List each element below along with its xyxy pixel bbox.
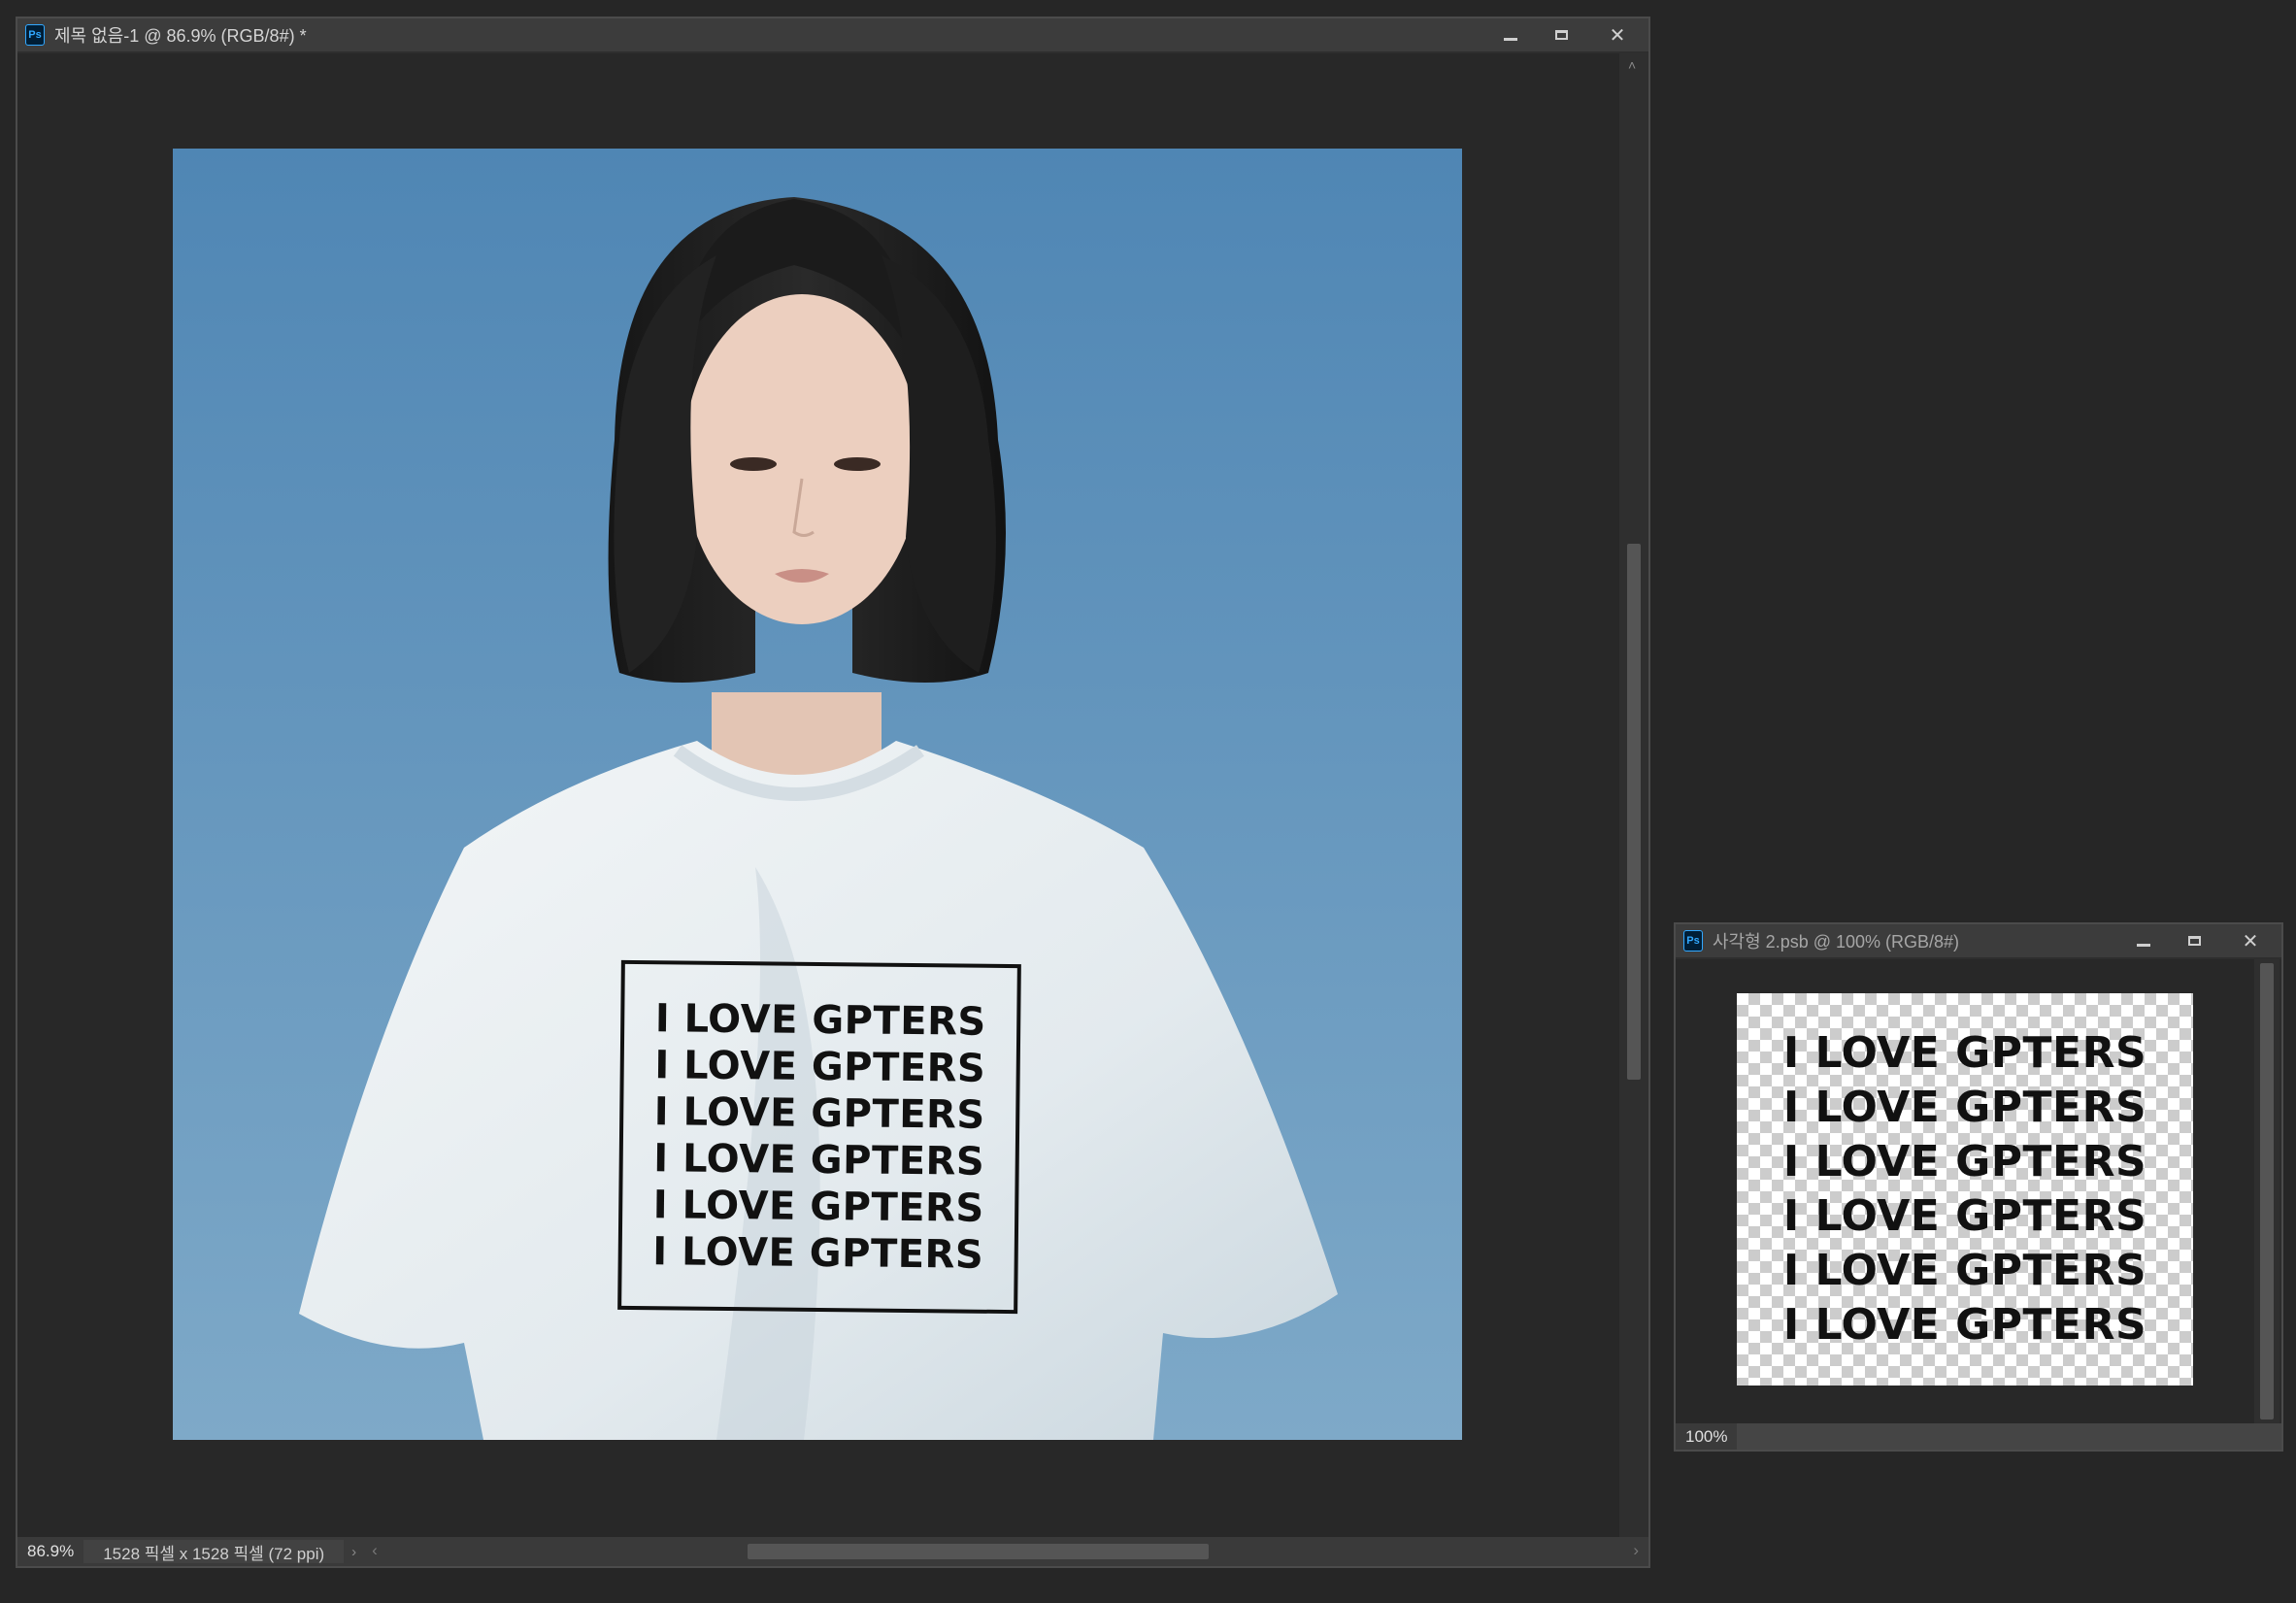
secondary-document-window: Ps 사각형 2.psb @ 100% (RGB/8#) ✕ I LOVE GP… [1674,922,2283,1452]
main-window-title: 제목 없음-1 @ 86.9% (RGB/8#) * [54,26,307,46]
maximize-icon [2187,936,2201,946]
close-button[interactable]: ✕ [2219,924,2281,957]
photoshop-icon: Ps [1683,930,1703,952]
secondary-window-title: 사각형 2.psb @ 100% (RGB/8#) [1713,932,1960,952]
shirt-print-frame: I LOVE GPTERS I LOVE GPTERS I LOVE GPTER… [617,959,1021,1315]
print-line: I LOVE GPTERS [654,1043,986,1091]
secondary-window-titlebar[interactable]: Ps 사각형 2.psb @ 100% (RGB/8#) ✕ [1676,924,2281,959]
secondary-canvas-area[interactable]: I LOVE GPTERS I LOVE GPTERS I LOVE GPTER… [1676,959,2254,1423]
maximize-icon [1554,30,1568,40]
smart-object-line: I LOVE GPTERS [1782,1137,2147,1186]
print-line: I LOVE GPTERS [654,996,986,1045]
minimize-button[interactable] [2118,924,2169,957]
vertical-scrollbar[interactable] [2254,959,2279,1423]
main-status-bar: 86.9% 1528 픽셀 x 1528 픽셀 (72 ppi) › ‹ › [17,1537,1648,1566]
chevron-up-icon[interactable]: ˄ [1628,57,1636,73]
minimize-button[interactable] [1485,18,1536,51]
vertical-scroll-thumb[interactable] [2260,963,2274,1419]
transparent-canvas: I LOVE GPTERS I LOVE GPTERS I LOVE GPTER… [1737,993,2193,1386]
vertical-scroll-thumb[interactable] [1627,544,1641,1080]
close-button[interactable]: ✕ [1586,18,1648,51]
print-line: I LOVE GPTERS [652,1229,984,1278]
print-line: I LOVE GPTERS [652,1183,984,1231]
main-canvas-area[interactable]: I LOVE GPTERS I LOVE GPTERS I LOVE GPTER… [17,53,1619,1554]
maximize-button[interactable] [1536,18,1586,51]
zoom-field[interactable]: 100% [1676,1424,1737,1450]
main-document-window: Ps 제목 없음-1 @ 86.9% (RGB/8#) * ✕ I LOVE G… [16,17,1650,1568]
smart-object-line: I LOVE GPTERS [1782,1246,2147,1295]
minimize-icon [2137,943,2150,947]
print-line: I LOVE GPTERS [653,1089,985,1138]
tshirt-photo: I LOVE GPTERS I LOVE GPTERS I LOVE GPTER… [173,149,1462,1440]
secondary-status-bar: 100% [1676,1423,2281,1450]
document-info: 1528 픽셀 x 1528 픽셀 (72 ppi) [83,1540,345,1563]
smart-object-line: I LOVE GPTERS [1782,1083,2147,1132]
main-window-titlebar[interactable]: Ps 제목 없음-1 @ 86.9% (RGB/8#) * ✕ [17,18,1648,53]
horizontal-scrollbar[interactable]: ‹ › [364,1537,1648,1566]
print-line: I LOVE GPTERS [653,1136,985,1185]
smart-object-line: I LOVE GPTERS [1782,1300,2147,1350]
left-eye [730,457,777,471]
close-icon: ✕ [2242,930,2259,952]
horizontal-scrollbar[interactable] [1737,1423,2281,1450]
chevron-right-icon[interactable]: › [344,1544,364,1560]
close-icon: ✕ [1609,24,1626,47]
maximize-button[interactable] [2169,924,2219,957]
zoom-field[interactable]: 86.9% [17,1539,83,1564]
chevron-right-icon[interactable]: › [1633,1541,1639,1560]
photoshop-icon: Ps [25,24,45,46]
horizontal-scroll-thumb[interactable] [748,1544,1210,1559]
chevron-left-icon[interactable]: ‹ [372,1541,378,1560]
smart-object-line: I LOVE GPTERS [1782,1191,2147,1241]
smart-object-line: I LOVE GPTERS [1782,1028,2147,1078]
vertical-scrollbar[interactable]: ˄ ˅ [1619,53,1648,1554]
minimize-icon [1504,37,1517,41]
right-eye [834,457,881,471]
